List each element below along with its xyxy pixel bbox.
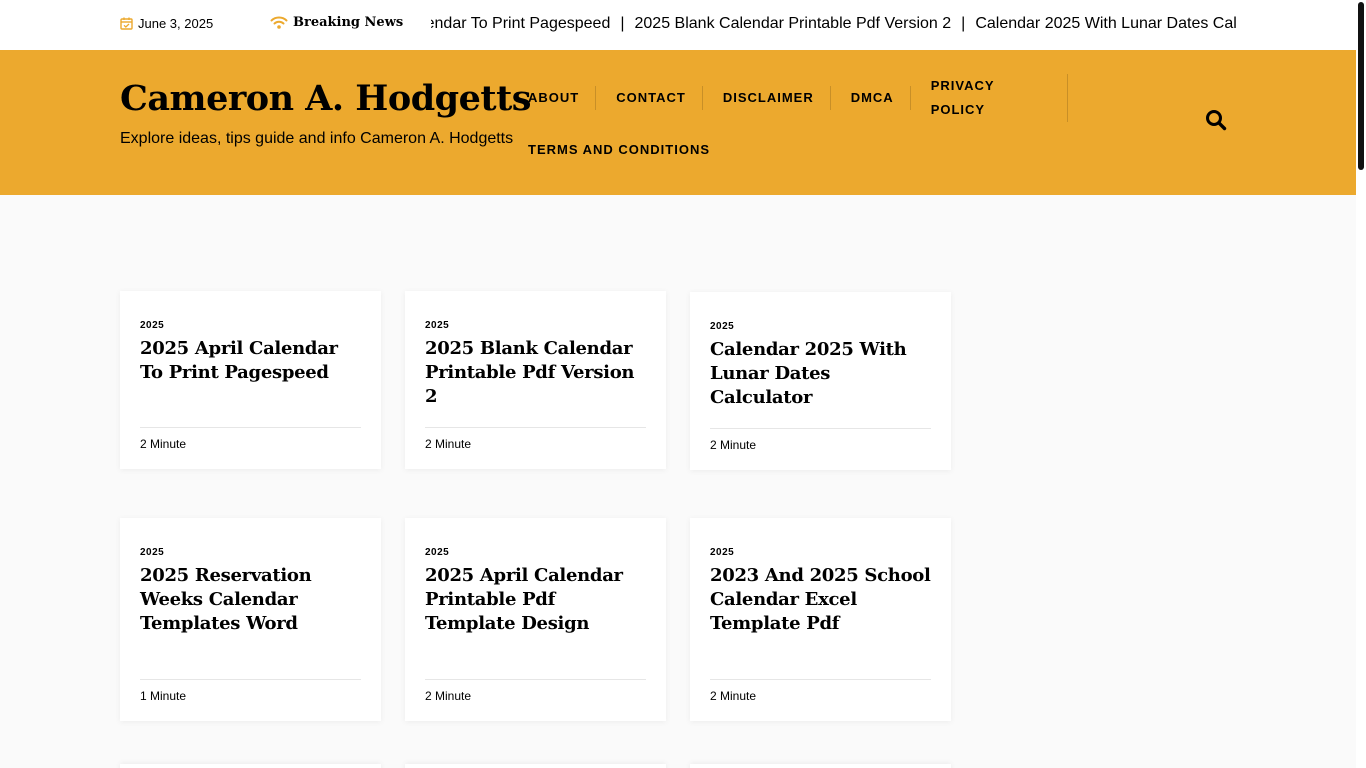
main-nav: ABOUT CONTACT DISCLAIMER DMCA PRIVACY PO… (528, 74, 1088, 162)
post-read-time: 2 Minute (425, 437, 472, 451)
ticker-item[interactable]: 2025 April Calendar To Print Pagespeed (431, 15, 610, 32)
nav-row: TERMS AND CONDITIONS (528, 138, 1088, 162)
post-read-time: 2 Minute (425, 689, 472, 703)
nav-item-terms-and-conditions[interactable]: TERMS AND CONDITIONS (528, 138, 726, 162)
post-title[interactable]: 2023 And 2025 School Calendar Excel Temp… (710, 564, 935, 636)
ticker-item[interactable]: Calendar 2025 With Lunar Dates Calculato… (975, 15, 1236, 32)
post-card-partial[interactable] (690, 764, 951, 768)
top-bar: June 3, 2025 Breaking News 2025 April Ca… (0, 0, 1356, 50)
divider (710, 428, 931, 429)
post-category[interactable]: 2025 (140, 547, 164, 558)
ticker-track: 2025 April Calendar To Print Pagespeed | 2… (431, 15, 1236, 33)
nav-item-contact[interactable]: CONTACT (616, 86, 703, 110)
date-text: June 3, 2025 (138, 16, 214, 31)
page-scrollbar[interactable] (1356, 0, 1366, 768)
post-category[interactable]: 2025 (425, 320, 449, 331)
nav-item-about[interactable]: ABOUT (528, 86, 597, 110)
news-ticker: 2025 April Calendar To Print Pagespeed | 2… (431, 0, 1236, 50)
post-read-time: 2 Minute (710, 438, 757, 452)
nav-item-disclaimer[interactable]: DISCLAIMER (723, 86, 831, 110)
wifi-icon (270, 14, 288, 30)
post-title[interactable]: 2025 Blank Calendar Printable Pdf Versio… (425, 337, 650, 409)
breaking-news-label: Breaking News (270, 14, 403, 30)
nav-row: ABOUT CONTACT DISCLAIMER DMCA PRIVACY PO… (528, 74, 1088, 122)
ticker-item[interactable]: 2025 Blank Calendar Printable Pdf Versio… (635, 15, 952, 32)
site-header: Cameron A. Hodgetts Explore ideas, tips … (0, 50, 1356, 195)
post-category[interactable]: 2025 (710, 547, 734, 558)
post-category[interactable]: 2025 (140, 320, 164, 331)
divider (140, 679, 361, 680)
post-title[interactable]: 2025 April Calendar To Print Pagespeed (140, 337, 365, 385)
divider (140, 427, 361, 428)
post-card[interactable]: 2025 2025 April Calendar Printable Pdf T… (405, 518, 666, 721)
post-title[interactable]: Calendar 2025 With Lunar Dates Calculato… (710, 338, 935, 410)
post-read-time: 1 Minute (140, 689, 187, 703)
search-button[interactable] (1205, 109, 1227, 131)
divider (710, 679, 931, 680)
ticker-separator: | (620, 15, 625, 32)
post-card[interactable]: 2025 2023 And 2025 School Calendar Excel… (690, 518, 951, 721)
post-card[interactable]: 2025 2025 April Calendar To Print Pagesp… (120, 291, 381, 469)
site-title[interactable]: Cameron A. Hodgetts (120, 78, 531, 119)
breaking-news-text: Breaking News (293, 14, 404, 30)
divider (425, 427, 646, 428)
scrollbar-thumb[interactable] (1358, 2, 1364, 170)
post-category[interactable]: 2025 (425, 547, 449, 558)
nav-item-privacy-policy[interactable]: PRIVACY POLICY (931, 74, 1068, 122)
post-card-partial[interactable] (405, 764, 666, 768)
post-card[interactable]: 2025 2025 Blank Calendar Printable Pdf V… (405, 291, 666, 469)
post-read-time: 2 Minute (140, 437, 187, 451)
search-icon (1205, 110, 1227, 135)
current-date: June 3, 2025 (120, 16, 213, 31)
ticker-separator: | (961, 15, 966, 32)
divider (425, 679, 646, 680)
nav-item-dmca[interactable]: DMCA (851, 86, 911, 110)
post-card-partial[interactable] (120, 764, 381, 768)
post-title[interactable]: 2025 Reservation Weeks Calendar Template… (140, 564, 365, 636)
post-category[interactable]: 2025 (710, 321, 734, 332)
post-card[interactable]: 2025 Calendar 2025 With Lunar Dates Calc… (690, 292, 951, 470)
post-read-time: 2 Minute (710, 689, 757, 703)
calendar-check-icon (120, 17, 133, 30)
site-tagline: Explore ideas, tips guide and info Camer… (120, 130, 514, 147)
post-title[interactable]: 2025 April Calendar Printable Pdf Templa… (425, 564, 650, 636)
post-card[interactable]: 2025 2025 Reservation Weeks Calendar Tem… (120, 518, 381, 721)
